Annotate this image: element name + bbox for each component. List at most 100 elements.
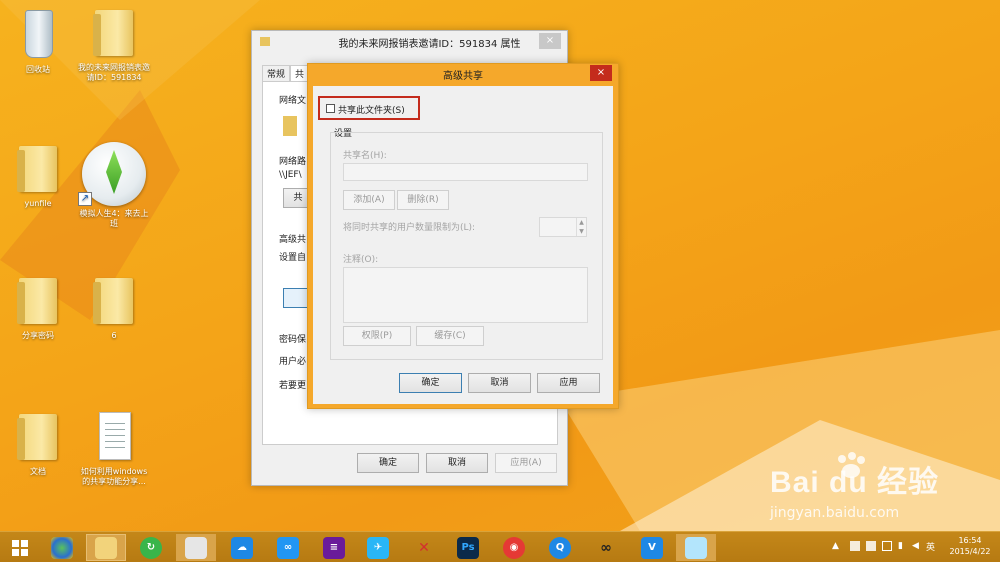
spin-up-icon[interactable]: ▲ bbox=[576, 218, 586, 227]
tray-network-icon[interactable] bbox=[866, 541, 876, 551]
set-custom-label: 设置自 bbox=[279, 253, 307, 263]
taskbar-app-refresh[interactable]: ↻ bbox=[131, 534, 171, 561]
cache-button[interactable]: 缓存(C) bbox=[416, 326, 484, 346]
properties-title: 我的未来网报销表邀请ID：591834 属性 bbox=[338, 38, 521, 50]
taskbar-app-notebook[interactable] bbox=[676, 534, 716, 561]
taskbar-app-binoculars[interactable]: ∞ bbox=[586, 534, 626, 561]
tray-volume-icon[interactable]: ◀ bbox=[912, 541, 919, 551]
cloud-icon: ☁ bbox=[231, 536, 253, 559]
taskbar-app-x[interactable]: ✕ bbox=[404, 534, 444, 561]
password-protect-label: 密码保 bbox=[279, 335, 307, 345]
taskbar-app-media-center[interactable] bbox=[42, 534, 82, 561]
taskbar-app-cloud[interactable]: ☁ bbox=[222, 534, 262, 561]
tray-show-hidden-icon[interactable]: ▲ bbox=[832, 541, 839, 551]
media-center-icon bbox=[51, 536, 73, 559]
desktop-icon-documents[interactable]: 文档 bbox=[2, 408, 74, 477]
desktop-icon-6[interactable]: 6 bbox=[78, 272, 150, 341]
desktop-icon-label: 模拟人生4：来去上班 bbox=[79, 209, 149, 228]
baidu-cloud-icon: ∞ bbox=[277, 536, 299, 559]
bird-icon: ✈ bbox=[367, 536, 389, 559]
share-name-input[interactable] bbox=[343, 163, 588, 181]
desktop-icon-windows-share-doc[interactable]: 如何利用windows的共享功能分享... bbox=[78, 408, 150, 487]
spin-down-icon[interactable]: ▼ bbox=[576, 227, 586, 236]
taskbar-app-photoshop[interactable]: Ps bbox=[448, 534, 488, 561]
v-app-icon: V bbox=[641, 536, 663, 559]
taskbar-app-bird[interactable]: ✈ bbox=[358, 534, 398, 561]
x-icon: ✕ bbox=[418, 539, 430, 556]
desktop-icon-sims4[interactable]: ↗ 模拟人生4：来去上班 bbox=[78, 140, 150, 229]
advanced-sharing-dialog: 高级共享 × 共享此文件夹(S) 设置 共享名(H): 添加(A) 删除(R) … bbox=[307, 63, 619, 409]
taskbar-clock[interactable]: 16:54 2015/4/22 bbox=[944, 535, 996, 557]
tab-general[interactable]: 常规 bbox=[262, 65, 291, 82]
network-path-value: \\JEF\ bbox=[279, 170, 302, 180]
desktop-icon-recycle-bin[interactable]: 回收站 bbox=[2, 6, 74, 75]
advanced-cancel-button[interactable]: 取消 bbox=[468, 373, 531, 393]
tray-battery-icon[interactable] bbox=[882, 541, 892, 551]
folder-icon bbox=[15, 140, 61, 196]
properties-ok-button[interactable]: 确定 bbox=[357, 453, 419, 473]
properties-cancel-button[interactable]: 取消 bbox=[426, 453, 488, 473]
close-icon[interactable]: × bbox=[590, 65, 612, 81]
permissions-button[interactable]: 权限(P) bbox=[343, 326, 411, 346]
qq-icon: Q bbox=[549, 536, 571, 559]
cow-icon: ◉ bbox=[503, 536, 525, 559]
paw-icon bbox=[838, 452, 865, 478]
network-path-label: 网络路 bbox=[279, 157, 307, 167]
folder-icon bbox=[260, 37, 270, 46]
desktop-icon-share-folder[interactable]: 我的未来网报销表邀请ID：591834 bbox=[78, 4, 150, 83]
advanced-sharing-body: 共享此文件夹(S) 设置 共享名(H): 添加(A) 删除(R) 将同时共享的用… bbox=[313, 86, 613, 404]
user-must-label: 用户必 bbox=[279, 357, 307, 367]
properties-titlebar[interactable]: 我的未来网报销表邀请ID：591834 属性 × bbox=[252, 31, 567, 53]
tray-flag-icon[interactable] bbox=[850, 541, 860, 551]
desktop-icon-label: 6 bbox=[111, 331, 117, 340]
photoshop-icon: Ps bbox=[457, 536, 479, 559]
watermark-url: jingyan.baidu.com bbox=[770, 505, 900, 521]
advanced-ok-button[interactable]: 确定 bbox=[399, 373, 462, 393]
share-name-label: 共享名(H): bbox=[343, 151, 387, 161]
taskbar-app-paint[interactable] bbox=[176, 534, 216, 561]
taskbar-app-v[interactable]: V bbox=[632, 534, 672, 561]
taskbar-app-cow[interactable]: ◉ bbox=[494, 534, 534, 561]
user-limit-spinner[interactable]: ▲ ▼ bbox=[539, 217, 587, 237]
taskbar-app-explorer[interactable] bbox=[86, 534, 126, 561]
desktop-icon-share-password[interactable]: 分享密码 bbox=[2, 272, 74, 341]
baidu-watermark: Bai du 经验 jingyan.baidu.com bbox=[770, 452, 970, 527]
ime-indicator[interactable]: 英 bbox=[926, 540, 935, 553]
add-button[interactable]: 添加(A) bbox=[343, 190, 395, 210]
taskbar: ↻ ☁ ∞ ≡ ✈ ✕ Ps ◉ Q ∞ V ▲ ▮ ◀ 英 16:54 201… bbox=[0, 531, 1000, 562]
paint-icon bbox=[185, 536, 207, 559]
file-explorer-icon bbox=[95, 536, 117, 559]
desktop-icon-label: 回收站 bbox=[26, 65, 50, 74]
close-icon[interactable]: × bbox=[539, 33, 561, 49]
taskbar-app-qq[interactable]: Q bbox=[540, 534, 580, 561]
binoculars-icon: ∞ bbox=[600, 539, 612, 556]
properties-apply-button[interactable]: 应用(A) bbox=[495, 453, 557, 473]
taskbar-app-book[interactable]: ≡ bbox=[314, 534, 354, 561]
folder-icon bbox=[15, 272, 61, 328]
folder-icon bbox=[91, 272, 137, 328]
properties-tabs: 常规 共 bbox=[262, 65, 310, 82]
delete-button[interactable]: 删除(R) bbox=[397, 190, 449, 210]
desktop-icon-label: yunfile bbox=[24, 199, 52, 208]
share-folder-label: 共享此文件夹(S) bbox=[338, 106, 405, 116]
watermark-brand: Bai du 经验 bbox=[770, 466, 940, 499]
tray-wifi-icon[interactable]: ▮ bbox=[898, 541, 903, 551]
green-refresh-icon: ↻ bbox=[140, 536, 162, 559]
comment-textarea[interactable] bbox=[343, 267, 588, 323]
book-icon: ≡ bbox=[323, 536, 345, 559]
network-share-label: 网络文 bbox=[279, 96, 307, 106]
taskbar-app-baidu-cloud[interactable]: ∞ bbox=[268, 534, 308, 561]
share-folder-checkbox[interactable] bbox=[326, 104, 335, 113]
sims-plumbob-icon: ↗ bbox=[78, 140, 148, 206]
desktop-icon-label: 文档 bbox=[30, 467, 46, 476]
advanced-apply-button[interactable]: 应用 bbox=[537, 373, 600, 393]
if-change-label: 若要更 bbox=[279, 381, 307, 391]
advanced-sharing-title: 高级共享 bbox=[443, 71, 483, 82]
start-button[interactable] bbox=[0, 534, 40, 561]
advanced-sharing-label: 高级共 bbox=[279, 235, 307, 245]
notebook-icon bbox=[685, 536, 707, 559]
desktop-icon-yunfile[interactable]: yunfile bbox=[2, 140, 74, 209]
text-document-icon bbox=[91, 408, 137, 464]
advanced-sharing-titlebar[interactable]: 高级共享 × bbox=[308, 64, 618, 85]
clock-date: 2015/4/22 bbox=[949, 547, 991, 556]
